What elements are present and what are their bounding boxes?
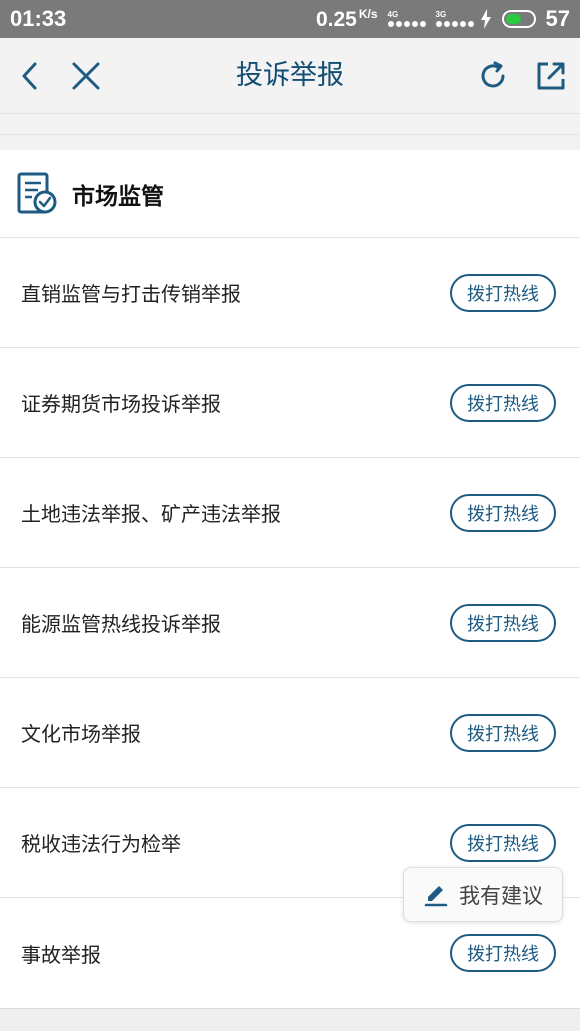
battery-level: 57 [545,6,570,31]
charging-icon [480,9,491,29]
call-hotline-button[interactable]: 拨打热线 [450,603,556,642]
list-item-label: 证券期货市场投诉举报 [21,392,221,416]
chevron-left-icon [22,62,37,90]
signal-3g-icon: 3G [435,10,474,27]
call-hotline-button[interactable]: 拨打热线 [450,823,556,862]
close-button[interactable] [66,56,106,96]
close-icon [72,62,100,90]
signal-4g-label: 4G [387,10,399,19]
list-item: 证券期货市场投诉举报 拨打热线 [0,348,580,458]
status-indicators: 0.25 K/s 4G 3G 57 [316,6,570,32]
list-item: 直销监管与打击传销举报 拨打热线 [0,238,580,348]
call-hotline-button[interactable]: 拨打热线 [450,934,556,972]
share-button[interactable] [531,56,571,96]
suggestion-button[interactable]: 我有建议 [403,867,563,922]
section-title: 市场监管 [72,183,164,210]
list-item-label: 土地违法举报、矿产违法举报 [21,502,281,526]
section-header: 市场监管 [0,150,580,238]
refresh-icon [481,61,505,88]
list-item: 文化市场举报 拨打热线 [0,678,580,788]
nav-bar: 投诉举报 [0,38,580,114]
document-check-icon [17,172,57,213]
network-speed-value: 0.25 [315,7,357,31]
bottom-gap [0,1008,580,1031]
back-button[interactable] [10,56,50,96]
list-item-label: 能源监管热线投诉举报 [21,612,221,636]
call-hotline-button[interactable]: 拨打热线 [450,493,556,532]
section-gap [0,134,580,150]
signal-3g-label: 3G [435,10,447,19]
call-hotline-button[interactable]: 拨打热线 [450,273,556,312]
external-link-icon [537,62,565,90]
status-time: 01:33 [10,6,67,31]
pen-icon [424,885,448,906]
refresh-button[interactable] [473,56,513,96]
battery-icon [501,10,536,28]
list-item-label: 文化市场举报 [21,722,141,746]
network-speed: 0.25 K/s [316,7,378,32]
screen: 01:33 0.25 K/s 4G 3G 57 投诉举报 市场监管 直销监管与打… [0,0,580,1031]
signal-4g-icon: 4G [387,10,426,27]
list-item: 能源监管热线投诉举报 拨打热线 [0,568,580,678]
list-item-label: 税收违法行为检举 [21,832,181,856]
suggestion-label: 我有建议 [459,883,543,908]
list-item: 土地违法举报、矿产违法举报 拨打热线 [0,458,580,568]
network-speed-unit: K/s [358,6,378,21]
call-hotline-button[interactable]: 拨打热线 [450,713,556,752]
call-hotline-button[interactable]: 拨打热线 [450,383,556,422]
list-item-label: 直销监管与打击传销举报 [21,282,241,306]
status-bar: 01:33 0.25 K/s 4G 3G 57 [0,0,580,38]
list-item-label: 事故举报 [21,942,101,967]
